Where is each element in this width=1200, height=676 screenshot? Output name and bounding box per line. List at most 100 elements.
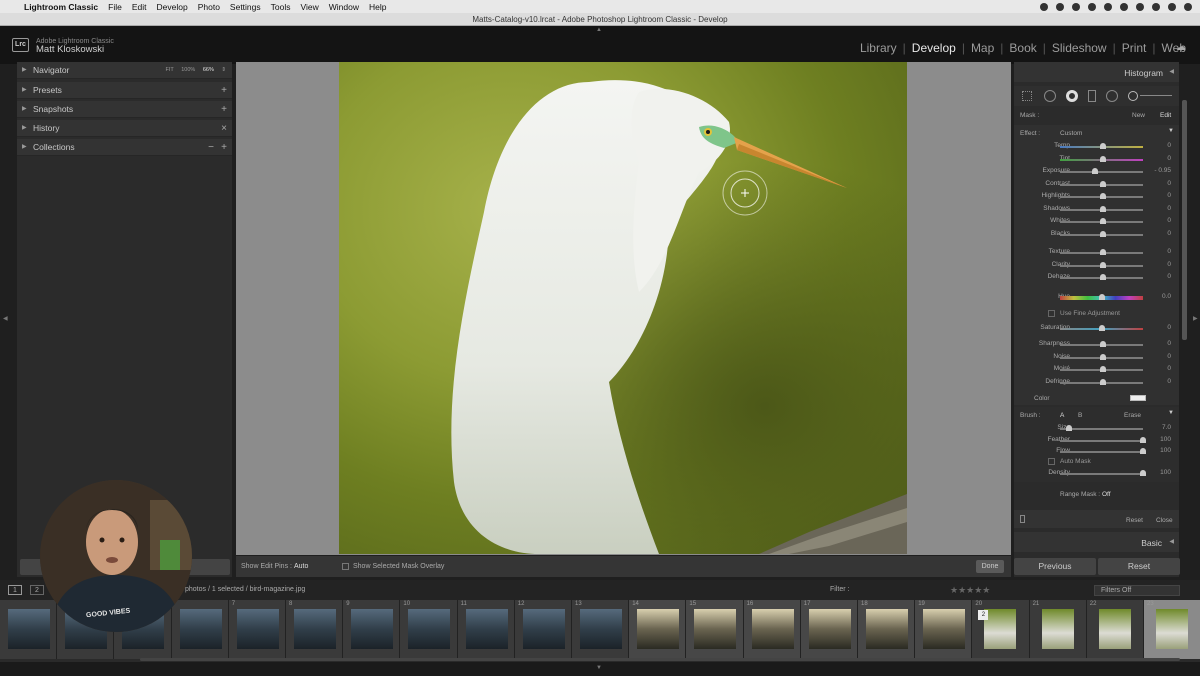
mask-overlay-checkbox[interactable] bbox=[342, 563, 349, 570]
mask-edit-button[interactable]: Edit bbox=[1160, 112, 1171, 119]
slider-knob[interactable] bbox=[1100, 155, 1106, 162]
module-print[interactable]: Print bbox=[1122, 41, 1147, 55]
tray-icon[interactable] bbox=[1136, 2, 1144, 11]
filmstrip-thumbnail[interactable] bbox=[0, 600, 58, 659]
mask-close-button[interactable]: Close bbox=[1156, 517, 1173, 524]
slider-texture[interactable]: Texture0 bbox=[1014, 248, 1179, 258]
filmstrip-thumbnail[interactable]: 14 bbox=[629, 600, 687, 659]
filmstrip-thumbnail[interactable]: 7 bbox=[228, 600, 286, 659]
thumbnail-image[interactable] bbox=[1041, 609, 1074, 649]
adjustment-brush-icon[interactable] bbox=[1128, 91, 1138, 101]
graduated-filter-icon[interactable] bbox=[1088, 90, 1096, 102]
slider-knob[interactable] bbox=[1100, 218, 1106, 224]
spot-removal-icon[interactable] bbox=[1044, 90, 1056, 102]
slider-knob[interactable] bbox=[1100, 249, 1106, 255]
filmstrip-thumbnail[interactable]: 13 bbox=[572, 600, 630, 659]
mask-toggle-switch[interactable] bbox=[1020, 515, 1025, 523]
slider-knob[interactable] bbox=[1140, 436, 1146, 443]
thumbnail-image[interactable] bbox=[351, 609, 394, 649]
filmstrip-thumbnail[interactable]: 19 bbox=[915, 600, 973, 659]
brush-b-button[interactable]: B bbox=[1078, 412, 1082, 419]
page-two-button[interactable]: 2 bbox=[30, 585, 44, 595]
navigator-header[interactable]: ▶ Navigator FIT 100% 66% ⇕ bbox=[17, 62, 232, 79]
slider-exposure[interactable]: Exposure - 0.95 bbox=[1014, 167, 1179, 177]
slider-density[interactable]: Density100 bbox=[1014, 469, 1179, 479]
menu-help[interactable]: Help bbox=[369, 2, 386, 12]
stack-count-badge[interactable]: 2 bbox=[978, 610, 989, 620]
thumbnail-image[interactable] bbox=[522, 609, 565, 649]
egret-photo[interactable] bbox=[339, 62, 907, 554]
slider-dehaze[interactable]: Dehaze 0 bbox=[1014, 273, 1179, 283]
slider-track[interactable] bbox=[1060, 451, 1143, 453]
brush-erase-button[interactable]: Erase bbox=[1124, 412, 1141, 419]
thumbnail-image[interactable] bbox=[923, 609, 966, 649]
zoom-dropdown-icon[interactable]: ⇕ bbox=[221, 67, 226, 73]
menu-window[interactable]: Window bbox=[329, 2, 359, 12]
filmstrip-source-info[interactable]: photos / 1 selected / bird-magazine.jpg bbox=[185, 586, 305, 593]
add-preset-icon[interactable]: + bbox=[221, 82, 227, 99]
tray-icon[interactable] bbox=[1120, 2, 1128, 11]
histogram-header[interactable]: Histogram ◀ bbox=[1014, 62, 1179, 82]
remove-collection-icon[interactable]: − bbox=[208, 139, 214, 156]
thumbnail-image[interactable] bbox=[637, 609, 680, 649]
mask-reset-button[interactable]: Reset bbox=[1126, 517, 1143, 524]
filmstrip-thumbnail[interactable] bbox=[171, 600, 229, 659]
thumbnail-image[interactable] bbox=[808, 609, 851, 649]
tray-icon[interactable] bbox=[1056, 2, 1064, 11]
menu-view[interactable]: View bbox=[300, 2, 318, 12]
zoom-66[interactable]: 66% bbox=[203, 67, 214, 73]
menu-edit[interactable]: Edit bbox=[132, 2, 147, 12]
module-map[interactable]: Map bbox=[971, 41, 994, 55]
cloud-sync-icon[interactable]: ☁ bbox=[1176, 42, 1190, 53]
menu-app-name[interactable]: Lightroom Classic bbox=[24, 2, 98, 12]
auto-mask-checkbox[interactable] bbox=[1048, 458, 1055, 465]
slider-flow[interactable]: Flow100 bbox=[1014, 447, 1179, 457]
basic-header[interactable]: Basic ◀ bbox=[1014, 532, 1179, 552]
menu-tools[interactable]: Tools bbox=[271, 2, 291, 12]
slider-track[interactable] bbox=[1060, 439, 1143, 442]
add-collection-icon[interactable]: + bbox=[221, 139, 227, 156]
collapse-left-icon[interactable]: ◀ bbox=[3, 315, 8, 322]
slider-blacks[interactable]: Blacks0 bbox=[1014, 230, 1179, 240]
slider-whites[interactable]: Whites0 bbox=[1014, 217, 1179, 227]
filter-preset-dropdown[interactable]: Filters Off bbox=[1094, 585, 1180, 596]
slider-knob[interactable] bbox=[1100, 143, 1106, 149]
star-rating-filter[interactable]: ★★★★★ bbox=[950, 585, 990, 596]
edit-pins-dropdown[interactable]: Auto bbox=[294, 563, 308, 570]
filmstrip-thumbnail[interactable]: 12 bbox=[514, 600, 572, 659]
collections-header[interactable]: ▶ Collections − + bbox=[17, 139, 232, 156]
collapse-right-icon[interactable]: ▶ bbox=[1193, 315, 1198, 322]
slider-knob[interactable] bbox=[1092, 168, 1098, 174]
snapshots-header[interactable]: ▶ Snapshots + bbox=[17, 101, 232, 118]
slider-track[interactable] bbox=[1060, 428, 1143, 430]
filmstrip-thumbnail[interactable]: 21 bbox=[1029, 600, 1087, 659]
hue-knob[interactable] bbox=[1099, 294, 1105, 300]
slider-knob[interactable] bbox=[1100, 341, 1106, 347]
menu-photo[interactable]: Photo bbox=[198, 2, 220, 12]
slider-knob[interactable] bbox=[1100, 366, 1106, 372]
tray-icon[interactable] bbox=[1088, 2, 1096, 11]
range-mask-dropdown[interactable]: Off bbox=[1102, 491, 1111, 498]
filmstrip-thumbnail[interactable]: 23 bbox=[1144, 600, 1200, 659]
red-eye-icon[interactable] bbox=[1106, 90, 1118, 102]
filmstrip-thumbnail[interactable]: 16 bbox=[743, 600, 801, 659]
slider-defringe[interactable]: Defringe 0 bbox=[1014, 378, 1179, 388]
collapse-top-icon[interactable]: ▲ bbox=[596, 27, 602, 33]
slider-shadows[interactable]: Shadows 0 bbox=[1014, 205, 1179, 215]
history-header[interactable]: ▶ History × bbox=[17, 120, 232, 137]
mask-new-button[interactable]: New bbox=[1132, 112, 1145, 119]
slider-knob[interactable] bbox=[1100, 205, 1106, 212]
reset-button[interactable]: Reset bbox=[1098, 558, 1180, 575]
thumbnail-image[interactable] bbox=[408, 609, 451, 649]
collapse-bottom-icon[interactable]: ▼ bbox=[596, 665, 602, 671]
slider-tint[interactable]: Tint0 bbox=[1014, 155, 1179, 165]
thumbnail-image[interactable] bbox=[236, 609, 279, 649]
brush-slider-track[interactable] bbox=[1140, 95, 1172, 96]
slider-clarity[interactable]: Clarity0 bbox=[1014, 261, 1179, 271]
filmstrip-thumbnail[interactable]: 15 bbox=[686, 600, 744, 659]
slider-knob[interactable] bbox=[1100, 274, 1106, 280]
menu-settings[interactable]: Settings bbox=[230, 2, 261, 12]
thumbnail-image[interactable] bbox=[1156, 609, 1188, 649]
thumbnail-image[interactable] bbox=[465, 609, 508, 649]
slider-temp[interactable]: Temp0 bbox=[1014, 142, 1179, 152]
